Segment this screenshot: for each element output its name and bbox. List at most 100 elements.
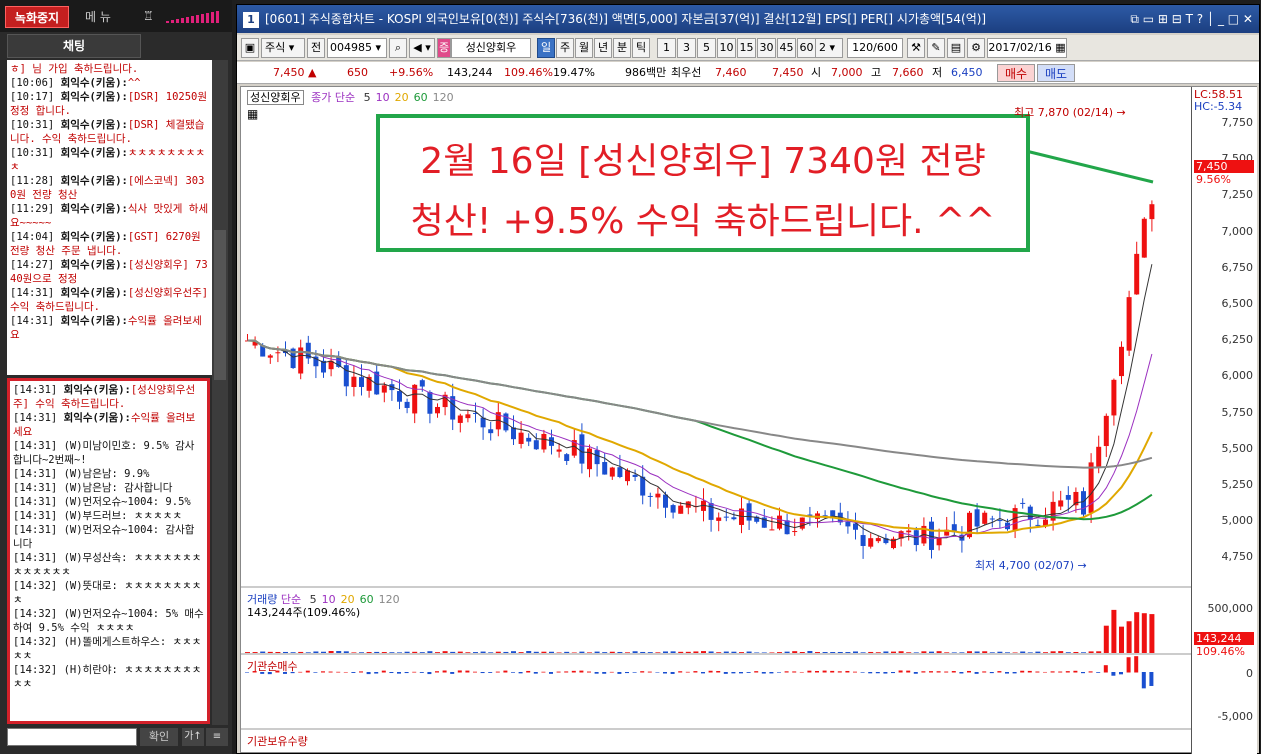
chat-scrollbar[interactable] (212, 60, 228, 725)
inst-bar (1126, 657, 1131, 673)
inst-bar (1119, 672, 1123, 675)
minute-3[interactable]: 3 (677, 38, 696, 58)
period-5[interactable]: 틱 (632, 38, 650, 58)
volume-bar (245, 652, 250, 653)
chat-time: [14:27] (10, 259, 61, 271)
minute-1[interactable]: 1 (657, 38, 676, 58)
period-0[interactable]: 일 (537, 38, 555, 58)
chat-time: [14:31] (13, 524, 64, 536)
inst-bar (511, 672, 515, 673)
prev-button[interactable]: 전 (307, 38, 325, 58)
favorite-icon[interactable]: 증 (437, 38, 451, 58)
candle-body (777, 515, 782, 529)
volume-bar (579, 651, 585, 653)
ma-line-120 (247, 339, 1153, 469)
chat-tab[interactable]: 채팅 (7, 34, 141, 58)
menu-button[interactable]: 메 뉴 (78, 6, 118, 28)
minute-5[interactable]: 5 (697, 38, 716, 58)
candle-body (875, 538, 881, 542)
chat-time: [10:17] (10, 91, 61, 103)
chat-input[interactable] (7, 728, 137, 746)
scroll-thumb[interactable] (214, 230, 226, 380)
minute-60[interactable]: 60 (797, 38, 816, 58)
search-icon[interactable]: ⌕ (389, 38, 407, 58)
volume-bar (807, 651, 813, 653)
list-button[interactable]: ≡ (206, 728, 228, 746)
chat-time: [14:31] (13, 482, 64, 494)
settings-icon[interactable]: ⚙ (967, 38, 985, 58)
inst-bar (807, 670, 812, 673)
inst-bar (571, 670, 576, 673)
volume-bar (769, 652, 775, 653)
market-select[interactable]: 주식 ▾ (261, 38, 305, 58)
chat-time: [11:28] (10, 175, 61, 187)
inst-bar (556, 671, 561, 673)
candle-body (974, 509, 980, 527)
volume-bar (837, 651, 843, 653)
grid-icon[interactable]: ▦ (247, 107, 258, 121)
inst-bar (442, 670, 447, 673)
volume-bar (632, 651, 638, 653)
volume-bar (1043, 652, 1048, 653)
hc-value: HC:-5.34 (1194, 100, 1243, 113)
count-field[interactable]: 120/600 (847, 38, 903, 58)
inst-bar (1096, 672, 1101, 673)
confirm-button[interactable]: 확인 (140, 728, 178, 746)
price-tick: 6,500 (1221, 297, 1254, 310)
chat-sender: 회익수(키움): (60, 147, 128, 159)
period-2[interactable]: 월 (575, 38, 593, 58)
chat-log-highlight: [14:31] 회익수(키움):[성신양회우선주] 수익 축하드립니다. [14:… (7, 378, 210, 724)
bid-price: 7,450 (772, 66, 804, 79)
inst-bar (891, 672, 895, 674)
volume-bar (587, 652, 592, 653)
candle-body (435, 406, 440, 414)
inst-bar (1141, 672, 1146, 689)
ma-legend-5: 5 (363, 91, 371, 104)
candle-body (997, 520, 1003, 522)
minute-30[interactable]: 30 (757, 38, 776, 58)
tools-icon[interactable]: ⚒ (907, 38, 925, 58)
candle-body (381, 385, 387, 393)
volume-bar (1035, 651, 1041, 653)
code-input[interactable]: 004985 ▾ (327, 38, 387, 58)
minute-15[interactable]: 15 (737, 38, 756, 58)
inst-bar (685, 671, 690, 673)
save-icon[interactable]: ▤ (947, 38, 965, 58)
volume-bar (305, 652, 311, 653)
volume-bar (815, 652, 820, 653)
volume-bar (944, 652, 950, 653)
volume-bar (556, 652, 562, 653)
minute-45[interactable]: 45 (777, 38, 796, 58)
volume-bar (511, 651, 516, 653)
sound-icon[interactable]: ◀ ▾ (409, 38, 435, 58)
window-controls[interactable]: ⧉ ▭ ⊞ ⊟ T ? │ _ □ ✕ (1130, 5, 1253, 33)
minute-10[interactable]: 10 (717, 38, 736, 58)
layout-icon[interactable]: ▣ (241, 38, 259, 58)
volume-bar (701, 651, 706, 653)
chat-log-top: ㅎ] 님 가입 축하드립니다. [10:06] 회익수(키움):^^ [10:17]… (7, 60, 212, 375)
chat-time: [14:31] (13, 510, 64, 522)
ma-line-20 (247, 339, 1153, 535)
chat-message: [14:32] (W)먼저오슈~1004: 5% 매수 하여 9.5% 수익 ㅊ… (13, 607, 204, 635)
inst-bar (860, 672, 865, 673)
inst-bar (723, 672, 728, 674)
font-size-button[interactable]: 가↑ (182, 728, 204, 746)
minute-select[interactable]: 2 ▾ (815, 38, 843, 58)
trade-amount: 986백만 (625, 66, 667, 79)
inst-bar (526, 670, 531, 673)
candle-body (640, 476, 646, 496)
chat-sender: 회익수(키움): (60, 231, 128, 243)
draw-icon[interactable]: ✎ (927, 38, 945, 58)
period-1[interactable]: 주 (556, 38, 574, 58)
date-field[interactable]: 2017/02/16 ▦ (987, 38, 1067, 58)
sell-button[interactable]: 매도 (1037, 64, 1075, 82)
record-stop-button[interactable]: 녹화중지 (5, 6, 69, 28)
buy-button[interactable]: 매수 (997, 64, 1035, 82)
volume-bar (1111, 609, 1117, 653)
candle-body (663, 494, 668, 508)
period-4[interactable]: 분 (613, 38, 631, 58)
candle-body (617, 467, 623, 477)
volume-bar (936, 651, 942, 653)
low-label: 저 (932, 66, 943, 79)
period-3[interactable]: 년 (594, 38, 612, 58)
